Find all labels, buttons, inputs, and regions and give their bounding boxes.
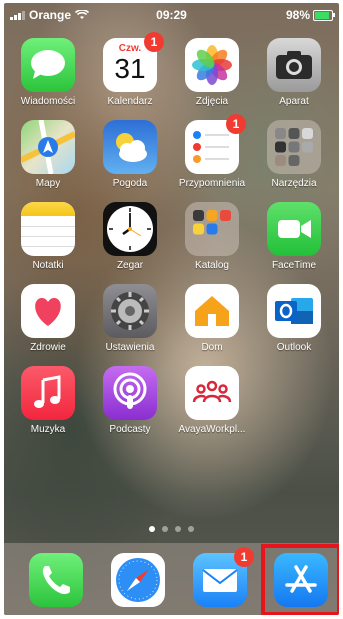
app-label: Katalog xyxy=(195,260,229,271)
app-muzyka[interactable]: Muzyka xyxy=(8,366,88,435)
app-przypomnienia[interactable]: 1 Przypomnienia xyxy=(172,114,252,189)
notes-icon xyxy=(21,202,75,256)
page-dot xyxy=(162,526,168,532)
app-zegar[interactable]: Zegar xyxy=(90,202,170,271)
camera-icon xyxy=(267,38,321,92)
battery-icon xyxy=(313,9,335,21)
app-label: Muzyka xyxy=(30,424,66,435)
selection-highlight xyxy=(261,544,339,615)
dock-app-safari[interactable] xyxy=(98,553,178,607)
app-label: Wiadomości xyxy=(20,96,76,107)
app-label: Zdjęcia xyxy=(195,96,229,107)
settings-icon xyxy=(103,284,157,338)
app-outlook[interactable]: Outlook xyxy=(254,284,334,353)
health-icon xyxy=(21,284,75,338)
app-zdrowie[interactable]: Zdrowie xyxy=(8,284,88,353)
app-dom[interactable]: Dom xyxy=(172,284,252,353)
app-label: Aparat xyxy=(279,96,309,107)
app-pogoda[interactable]: Pogoda xyxy=(90,120,170,189)
notification-badge: 1 xyxy=(226,114,246,134)
notification-badge: 1 xyxy=(144,32,164,52)
app-label: Outlook xyxy=(276,342,312,353)
app-avaya[interactable]: AvayaWorkpl... xyxy=(172,366,252,435)
phone-icon xyxy=(29,553,83,607)
maps-icon xyxy=(21,120,75,174)
app-zdjecia[interactable]: Zdjęcia xyxy=(172,38,252,107)
calendar-day-number: 31 xyxy=(114,53,146,84)
app-label: Zegar xyxy=(116,260,144,271)
app-label: Dom xyxy=(201,342,223,353)
app-label: Pogoda xyxy=(112,178,148,189)
app-label: Notatki xyxy=(32,260,64,271)
app-ustawienia[interactable]: Ustawienia xyxy=(90,284,170,353)
app-label: Narzędzia xyxy=(271,178,317,189)
app-facetime[interactable]: FaceTime xyxy=(254,202,334,271)
page-dot xyxy=(175,526,181,532)
folder-icon xyxy=(185,202,239,256)
safari-icon xyxy=(111,553,165,607)
app-label: Zdrowie xyxy=(30,342,66,353)
app-katalog[interactable]: Katalog xyxy=(172,202,252,271)
app-mapy[interactable]: Mapy xyxy=(8,120,88,189)
avaya-icon xyxy=(185,366,239,420)
app-label: Mapy xyxy=(35,178,61,189)
app-label: Ustawienia xyxy=(105,342,155,353)
app-podcasty[interactable]: Podcasty xyxy=(90,366,170,435)
app-notatki[interactable]: Notatki xyxy=(8,202,88,271)
home-screen: Orange 09:29 98% Wiadomości 1 Czw. 31 Ka… xyxy=(4,3,339,615)
app-label: AvayaWorkpl... xyxy=(178,424,246,435)
music-icon xyxy=(21,366,75,420)
app-aparat[interactable]: Aparat xyxy=(254,38,334,107)
home-icon xyxy=(185,284,239,338)
battery-percent: 98% xyxy=(285,8,310,22)
clock-icon xyxy=(103,202,157,256)
app-label: Kalendarz xyxy=(107,96,153,107)
photos-icon xyxy=(185,38,239,92)
podcasts-icon xyxy=(103,366,157,420)
status-bar: Orange 09:29 98% xyxy=(4,3,339,25)
page-dot-active xyxy=(149,526,155,532)
app-narzedzia[interactable]: Narzędzia xyxy=(254,120,334,189)
app-label: FaceTime xyxy=(271,260,317,271)
app-label: Przypomnienia xyxy=(178,178,246,189)
messages-icon xyxy=(21,38,75,92)
dock-app-phone[interactable] xyxy=(16,553,96,607)
page-indicator[interactable] xyxy=(4,526,339,532)
app-label: Podcasty xyxy=(109,424,151,435)
weather-icon xyxy=(103,120,157,174)
dock-app-mail[interactable]: 1 xyxy=(180,547,260,607)
page-dot xyxy=(188,526,194,532)
outlook-icon xyxy=(267,284,321,338)
app-wiadomosci[interactable]: Wiadomości xyxy=(8,38,88,107)
facetime-icon xyxy=(267,202,321,256)
folder-icon xyxy=(267,120,321,174)
app-kalendarz[interactable]: 1 Czw. 31 Kalendarz xyxy=(90,32,170,107)
notification-badge: 1 xyxy=(234,547,254,567)
